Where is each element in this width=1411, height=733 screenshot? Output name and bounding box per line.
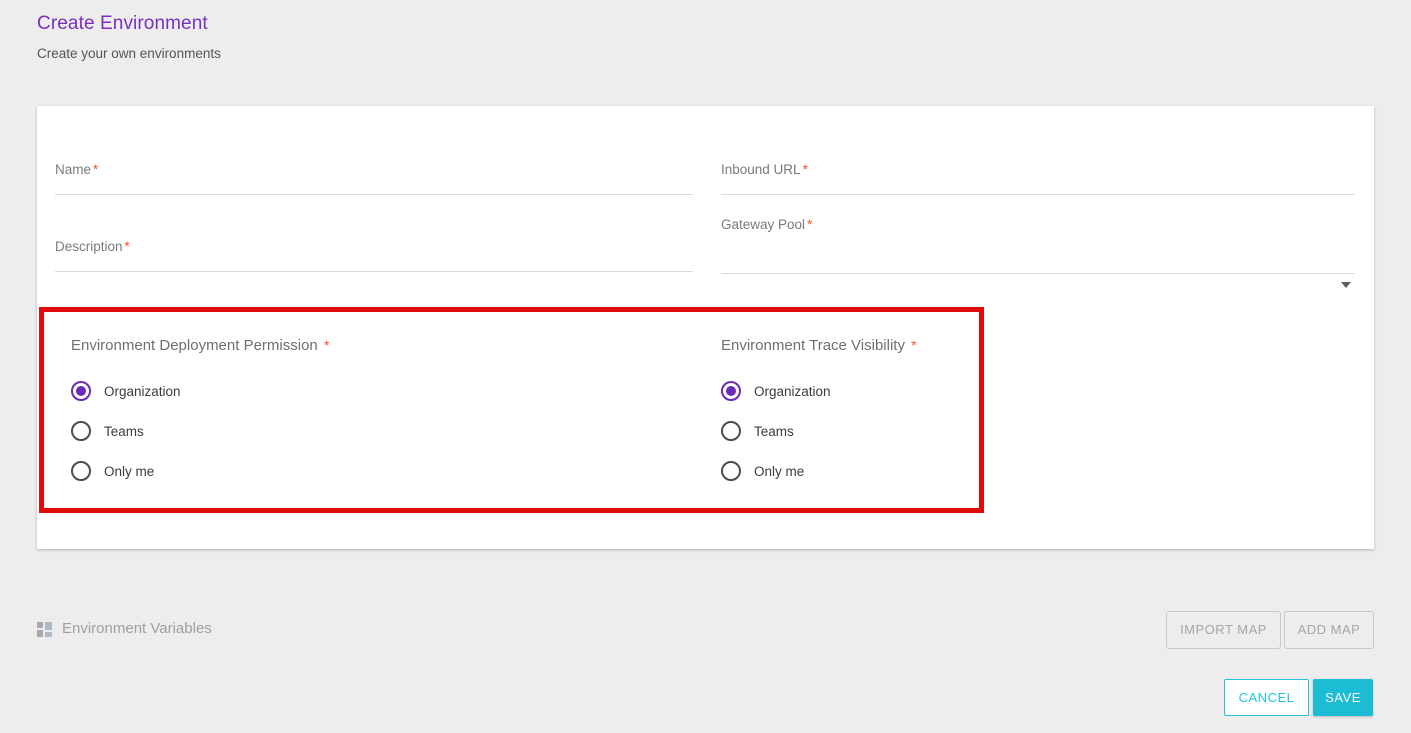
radio-unselected-icon[interactable] — [721, 421, 741, 441]
required-asterisk: * — [805, 217, 812, 232]
environment-trace-visibility-group: Environment Trace Visibility * Organizat… — [721, 336, 917, 491]
page-subtitle: Create your own environments — [37, 45, 221, 63]
description-input[interactable] — [55, 271, 693, 305]
environment-deployment-permission-group: Environment Deployment Permission * Orga… — [71, 336, 329, 491]
radio-unselected-icon[interactable] — [71, 421, 91, 441]
environment-variables-section: Environment Variables — [37, 620, 212, 638]
name-field-label: Name* — [55, 161, 693, 178]
page-title: Create Environment — [37, 12, 221, 36]
radio-label: Organization — [754, 384, 831, 399]
gateway-pool-field-label-text: Gateway Pool — [721, 217, 805, 232]
add-map-button[interactable]: ADD MAP — [1284, 611, 1374, 649]
radio-deployment-only-me[interactable]: Only me — [71, 451, 329, 491]
radio-visibility-teams[interactable]: Teams — [721, 411, 917, 451]
required-asterisk: * — [909, 337, 916, 353]
gateway-pool-field-underline — [721, 273, 1355, 274]
radio-label: Only me — [754, 464, 804, 479]
environment-trace-visibility-title: Environment Trace Visibility — [721, 337, 905, 354]
gateway-pool-value[interactable] — [721, 289, 1355, 323]
description-field[interactable]: Description* — [55, 238, 693, 272]
name-field[interactable]: Name* — [55, 161, 693, 195]
required-asterisk: * — [123, 239, 130, 254]
environment-trace-visibility-label: Environment Trace Visibility * — [721, 336, 917, 355]
radio-visibility-only-me[interactable]: Only me — [721, 451, 917, 491]
radio-label: Organization — [104, 384, 181, 399]
required-asterisk: * — [801, 162, 808, 177]
radio-label: Only me — [104, 464, 154, 479]
import-map-button[interactable]: IMPORT MAP — [1166, 611, 1281, 649]
radio-unselected-icon[interactable] — [71, 461, 91, 481]
radio-deployment-teams[interactable]: Teams — [71, 411, 329, 451]
radio-deployment-organization[interactable]: Organization — [71, 371, 329, 411]
environment-variables-label: Environment Variables — [62, 620, 212, 638]
radio-label: Teams — [754, 424, 794, 439]
save-button[interactable]: SAVE — [1313, 679, 1373, 716]
gateway-pool-field-label: Gateway Pool* — [721, 216, 1355, 233]
cancel-button[interactable]: CANCEL — [1224, 679, 1309, 716]
name-field-label-text: Name — [55, 162, 91, 177]
required-asterisk: * — [91, 162, 98, 177]
description-field-label: Description* — [55, 238, 693, 255]
chevron-down-icon[interactable] — [1341, 282, 1351, 288]
radio-unselected-icon[interactable] — [721, 461, 741, 481]
environment-deployment-permission-label: Environment Deployment Permission * — [71, 336, 329, 355]
environment-deployment-permission-title: Environment Deployment Permission — [71, 337, 318, 354]
name-input[interactable] — [55, 194, 693, 228]
grid-icon — [37, 622, 52, 637]
page-header: Create Environment Create your own envir… — [37, 12, 221, 63]
inbound-url-field[interactable]: Inbound URL* — [721, 161, 1355, 195]
radio-selected-icon[interactable] — [71, 381, 91, 401]
inbound-url-field-label: Inbound URL* — [721, 161, 1355, 178]
required-asterisk: * — [322, 337, 329, 353]
gateway-pool-field[interactable]: Gateway Pool* — [721, 216, 1355, 313]
radio-visibility-organization[interactable]: Organization — [721, 371, 917, 411]
radio-label: Teams — [104, 424, 144, 439]
inbound-url-field-label-text: Inbound URL — [721, 162, 801, 177]
description-field-label-text: Description — [55, 239, 123, 254]
radio-selected-icon[interactable] — [721, 381, 741, 401]
